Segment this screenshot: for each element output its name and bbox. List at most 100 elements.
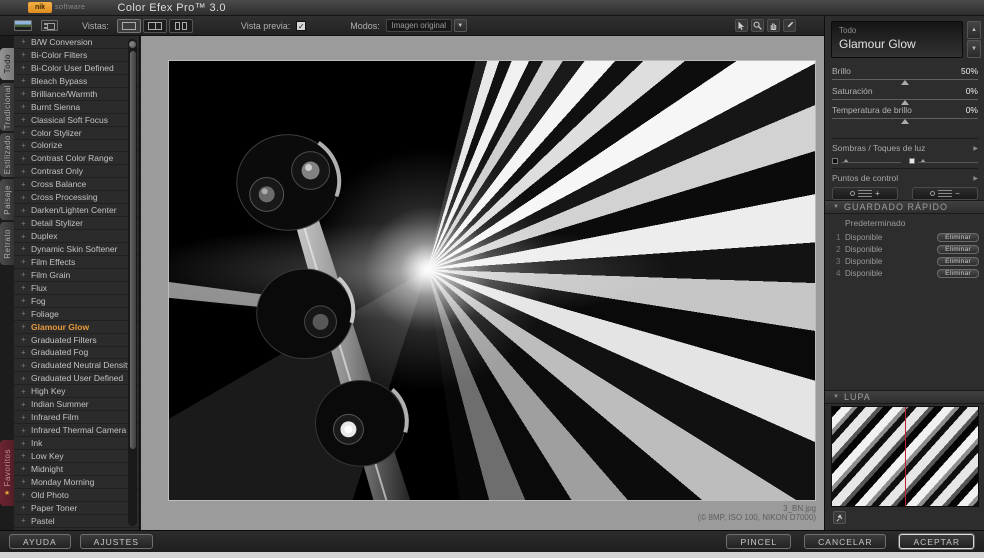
- filter-list-item[interactable]: Old Photo: [14, 489, 139, 502]
- filter-list-item[interactable]: Pastel: [14, 515, 139, 528]
- expand-arrow-icon[interactable]: ▶: [973, 145, 978, 152]
- filter-list-item[interactable]: Graduated Filters: [14, 334, 139, 347]
- filter-list-item[interactable]: High Key: [14, 385, 139, 398]
- category-tab[interactable]: Favoritos ★: [0, 440, 14, 506]
- image-thumbnail-icon[interactable]: [14, 20, 32, 31]
- add-control-point-minus-button[interactable]: −: [912, 187, 978, 200]
- default-preset-label[interactable]: Predeterminado: [832, 218, 979, 228]
- filter-list-item[interactable]: Darken/Lighten Center: [14, 204, 139, 217]
- quick-save-slot[interactable]: 3 Disponible Eliminar: [832, 255, 979, 267]
- previous-filter-button[interactable]: ▲: [967, 21, 981, 39]
- filter-list-item[interactable]: Burnt Sienna: [14, 101, 139, 114]
- filter-name: Fog: [31, 296, 46, 306]
- category-tab[interactable]: Retrato ★: [0, 222, 14, 265]
- loupe-header[interactable]: ▼ LUPA: [825, 390, 984, 404]
- settings-button[interactable]: AJUSTES: [80, 534, 153, 549]
- eliminar-button[interactable]: Eliminar: [937, 269, 979, 278]
- filter-list-scrollbar[interactable]: [128, 39, 137, 526]
- filter-list-item[interactable]: Contrast Only: [14, 165, 139, 178]
- next-filter-button[interactable]: ▼: [967, 40, 981, 58]
- eliminar-button[interactable]: Eliminar: [937, 233, 979, 242]
- help-button[interactable]: AYUDA: [9, 534, 71, 549]
- collapse-arrow-icon[interactable]: ▼: [833, 394, 839, 400]
- eliminar-button[interactable]: Eliminar: [937, 245, 979, 254]
- slider-track[interactable]: [832, 118, 978, 124]
- pan-tool-button[interactable]: [767, 19, 780, 32]
- add-control-point-plus-button[interactable]: +: [832, 187, 898, 200]
- scrollbar-thumb[interactable]: [130, 51, 136, 449]
- side-by-side-view-button[interactable]: [169, 19, 193, 33]
- quick-save-header[interactable]: ▼ GUARDADO RÁPIDO: [825, 200, 984, 214]
- filter-list-item[interactable]: Bi-Color Filters: [14, 49, 139, 62]
- category-tab[interactable]: Tradicional ★: [0, 83, 14, 131]
- filter-list-item[interactable]: Graduated User Defined: [14, 372, 139, 385]
- nik-software-label: software: [55, 4, 85, 11]
- filter-list-item[interactable]: Paper Toner: [14, 502, 139, 515]
- quick-save-slot[interactable]: 1 Disponible Eliminar: [832, 231, 979, 243]
- filter-list-item[interactable]: Duplex: [14, 230, 139, 243]
- collapse-arrow-icon[interactable]: ▼: [833, 204, 839, 210]
- filter-list-item[interactable]: Film Effects: [14, 256, 139, 269]
- filter-list-item[interactable]: Classical Soft Focus: [14, 114, 139, 127]
- plus-icon: [21, 296, 31, 305]
- quick-save-slot[interactable]: 2 Disponible Eliminar: [832, 243, 979, 255]
- filter-list-item[interactable]: Glamour Glow: [14, 321, 139, 334]
- filter-list-item[interactable]: Monday Morning: [14, 476, 139, 489]
- category-tab[interactable]: Estilizado ★: [0, 133, 14, 177]
- filter-list-item[interactable]: Brilliance/Warmth: [14, 88, 139, 101]
- filter-list-item[interactable]: Foliage: [14, 308, 139, 321]
- quick-save-slot[interactable]: 4 Disponible Eliminar: [832, 267, 979, 279]
- expand-arrow-icon[interactable]: ▶: [973, 175, 978, 182]
- filter-list-item[interactable]: Fog: [14, 295, 139, 308]
- brush-button[interactable]: PINCEL: [726, 534, 791, 549]
- filter-list-item[interactable]: Low Key: [14, 450, 139, 463]
- select-tool-button[interactable]: [735, 19, 748, 32]
- filter-list-item[interactable]: Contrast Color Range: [14, 152, 139, 165]
- filter-panel-toggle-icon[interactable]: [41, 20, 58, 31]
- highlights-slider[interactable]: [909, 157, 978, 167]
- category-tab[interactable]: Todo ★: [0, 48, 14, 80]
- filter-list-item[interactable]: Midnight: [14, 463, 139, 476]
- loupe-pin-button[interactable]: [833, 511, 846, 524]
- modes-label: Modos:: [350, 21, 380, 31]
- filter-name: Foliage: [31, 309, 59, 319]
- filter-list-item[interactable]: Dynamic Skin Softener: [14, 243, 139, 256]
- active-filter-header: Todo Glamour Glow: [831, 21, 963, 58]
- single-view-button[interactable]: [117, 19, 141, 33]
- slider-thumb[interactable]: [901, 119, 909, 124]
- filter-list-item[interactable]: Flux: [14, 282, 139, 295]
- filter-list-item[interactable]: Infrared Thermal Camera: [14, 424, 139, 437]
- view-mode-buttons: [117, 19, 193, 33]
- eliminar-button[interactable]: Eliminar: [937, 257, 979, 266]
- zoom-tool-button[interactable]: [751, 19, 764, 32]
- filter-list-item[interactable]: B/W Conversion: [14, 36, 139, 49]
- window-title: Color Efex Pro™ 3.0: [117, 2, 225, 14]
- cancel-button[interactable]: CANCELAR: [804, 534, 886, 549]
- plus-icon: [21, 426, 31, 435]
- split-view-button[interactable]: [143, 19, 167, 33]
- filter-list-item[interactable]: Colorize: [14, 140, 139, 153]
- mode-dropdown-arrow[interactable]: ▼: [454, 19, 467, 32]
- filter-list-item[interactable]: Bi-Color User Defined: [14, 62, 139, 75]
- filter-list-item[interactable]: Indian Summer: [14, 398, 139, 411]
- filter-list-item[interactable]: Film Grain: [14, 269, 139, 282]
- filter-list-item[interactable]: Detail Stylizer: [14, 217, 139, 230]
- eyedropper-tool-button[interactable]: [783, 19, 796, 32]
- filter-list-item[interactable]: Bleach Bypass: [14, 75, 139, 88]
- filter-list-item[interactable]: Infrared Film: [14, 411, 139, 424]
- scrollbar-knob[interactable]: [129, 41, 136, 48]
- plus-icon: [21, 348, 31, 357]
- category-tab[interactable]: Paisaje ★: [0, 179, 14, 220]
- filter-name: Infrared Film: [31, 412, 79, 422]
- filter-list-item[interactable]: Color Stylizer: [14, 127, 139, 140]
- filter-list-item[interactable]: Ink: [14, 437, 139, 450]
- preview-image[interactable]: [168, 60, 816, 501]
- shadows-slider[interactable]: [832, 157, 901, 167]
- filter-list-item[interactable]: Cross Processing: [14, 191, 139, 204]
- preview-checkbox[interactable]: ✓: [296, 21, 306, 31]
- filter-list-item[interactable]: Cross Balance: [14, 178, 139, 191]
- filter-list-item[interactable]: Graduated Neutral Density: [14, 359, 139, 372]
- filter-list-item[interactable]: Graduated Fog: [14, 347, 139, 360]
- accept-button[interactable]: ACEPTAR: [899, 534, 974, 549]
- mode-dropdown[interactable]: Imagen original: [386, 19, 452, 32]
